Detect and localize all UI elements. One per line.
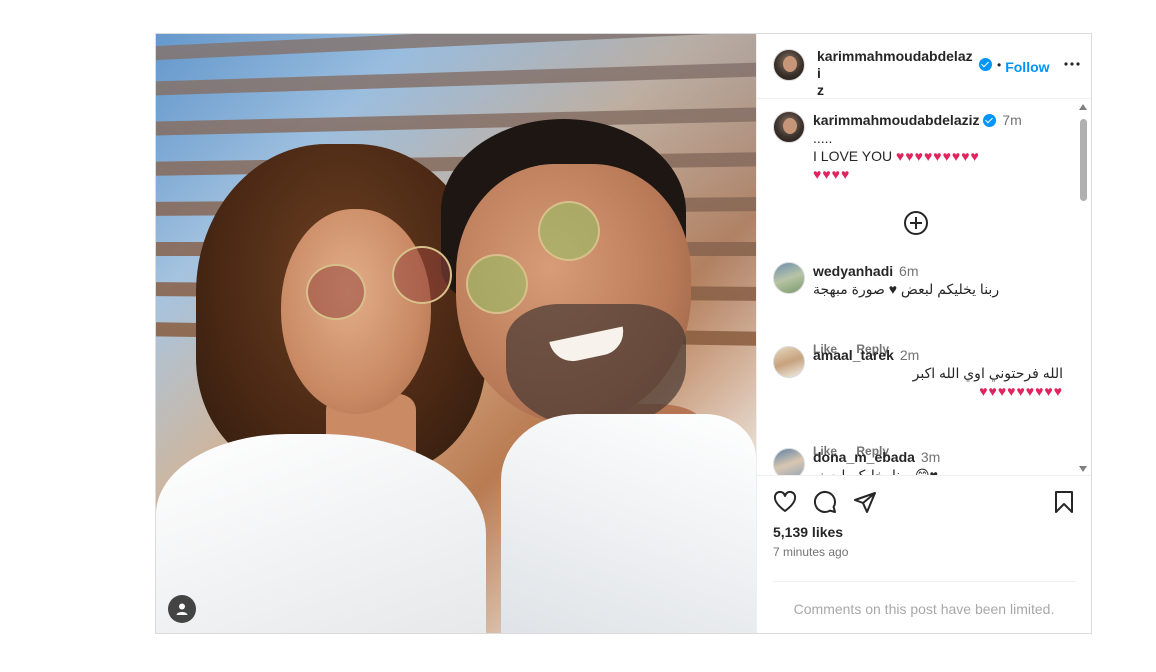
separator-dot: • — [997, 58, 1002, 72]
plus-circle-icon[interactable] — [904, 211, 928, 235]
sunglasses-lens — [392, 246, 452, 304]
comment-text: الله فرحتوني اوي الله اكبر — [912, 365, 1063, 381]
commenter-username[interactable]: wedyanhadi — [813, 263, 893, 279]
post-time[interactable]: 7 minutes ago — [773, 545, 848, 559]
comments-scrollbar[interactable] — [1076, 101, 1091, 475]
verified-badge-icon — [979, 58, 992, 71]
follow-button[interactable]: Follow — [1005, 59, 1049, 75]
post-sidebar: karimmahmoudabdelazi z • Follow karimmah… — [756, 34, 1091, 633]
likes-count[interactable]: 5,139 likes — [773, 524, 843, 540]
comment-icon[interactable] — [813, 490, 837, 519]
commenter-username[interactable]: amaal_tarek — [813, 347, 894, 363]
verified-badge-icon — [983, 114, 997, 127]
comment-item: wedyanhadi 6m ربنا يخليكم لبعض ♥ صورة مب… — [773, 262, 1069, 298]
action-bar — [757, 475, 1091, 515]
comments-limited-notice: Comments on this post have been limited. — [793, 601, 1055, 617]
comment-text: ربنا يخليكم لبعض ♥ صورة مبهجة — [813, 281, 1000, 297]
caption: karimmahmoudabdelaziz 7m ..... I LOVE YO… — [773, 111, 1069, 183]
caption-username[interactable]: karimmahmoudabdelaziz — [813, 112, 980, 128]
author-username[interactable]: karimmahmoudabdelazi z — [817, 48, 975, 99]
author-username-line2[interactable]: z — [817, 82, 824, 98]
scrollbar-thumb[interactable] — [1080, 119, 1087, 201]
sunglasses-lens — [538, 201, 600, 261]
scroll-up-arrow-icon[interactable] — [1079, 104, 1087, 110]
comment-time[interactable]: 2m — [900, 347, 919, 363]
caption-avatar[interactable] — [773, 111, 805, 143]
post-photo[interactable] — [156, 34, 756, 633]
author-username-line1[interactable]: karimmahmoudabdelazi — [817, 48, 973, 81]
comment-time[interactable]: 3m — [921, 449, 940, 465]
heart-icon[interactable] — [773, 490, 797, 519]
person-beard — [506, 304, 686, 429]
comment-item: dona_m_ebada 3m ♥😊 ربنا يخليكم لبعض — [773, 448, 1069, 475]
more-options-icon[interactable] — [1062, 54, 1082, 78]
author-avatar[interactable] — [773, 49, 805, 81]
caption-text: I LOVE YOU — [813, 148, 893, 164]
heart-emoji-icon: ♥♥♥♥♥♥♥♥♥ — [979, 383, 1063, 399]
post-header: karimmahmoudabdelazi z • Follow — [757, 34, 1091, 99]
sunglasses-lens — [306, 264, 366, 320]
bookmark-icon[interactable] — [1052, 490, 1076, 519]
comment-text: ♥😊 ربنا يخليكم لبعض — [813, 467, 938, 475]
share-icon[interactable] — [853, 490, 877, 519]
person-shirt — [156, 434, 486, 633]
person-shirt — [501, 414, 756, 633]
commenter-avatar[interactable] — [773, 448, 805, 475]
caption-line-1: ..... — [813, 130, 833, 146]
comment-item: amaal_tarek 2m الله فرحتوني اوي الله اكب… — [773, 346, 1069, 400]
divider — [773, 581, 1076, 582]
commenter-username[interactable]: dona_m_ebada — [813, 449, 915, 465]
commenter-avatar[interactable] — [773, 262, 805, 294]
caption-time[interactable]: 7m — [1002, 112, 1021, 128]
heart-emoji-icon: ♥♥♥♥♥♥♥♥♥ — [896, 148, 980, 164]
scroll-down-arrow-icon[interactable] — [1079, 466, 1087, 472]
user-tag-icon[interactable] — [168, 595, 196, 623]
caption-line-2: I LOVE YOU ♥♥♥♥♥♥♥♥♥ — [813, 147, 1069, 165]
sunglasses-lens — [466, 254, 528, 314]
commenter-avatar[interactable] — [773, 346, 805, 378]
comment-time[interactable]: 6m — [899, 263, 918, 279]
heart-emoji-icon: ♥♥♥♥ — [813, 166, 851, 182]
comments-list[interactable]: karimmahmoudabdelaziz 7m ..... I LOVE YO… — [757, 99, 1091, 475]
instagram-embed: karimmahmoudabdelazi z • Follow karimmah… — [155, 33, 1092, 634]
